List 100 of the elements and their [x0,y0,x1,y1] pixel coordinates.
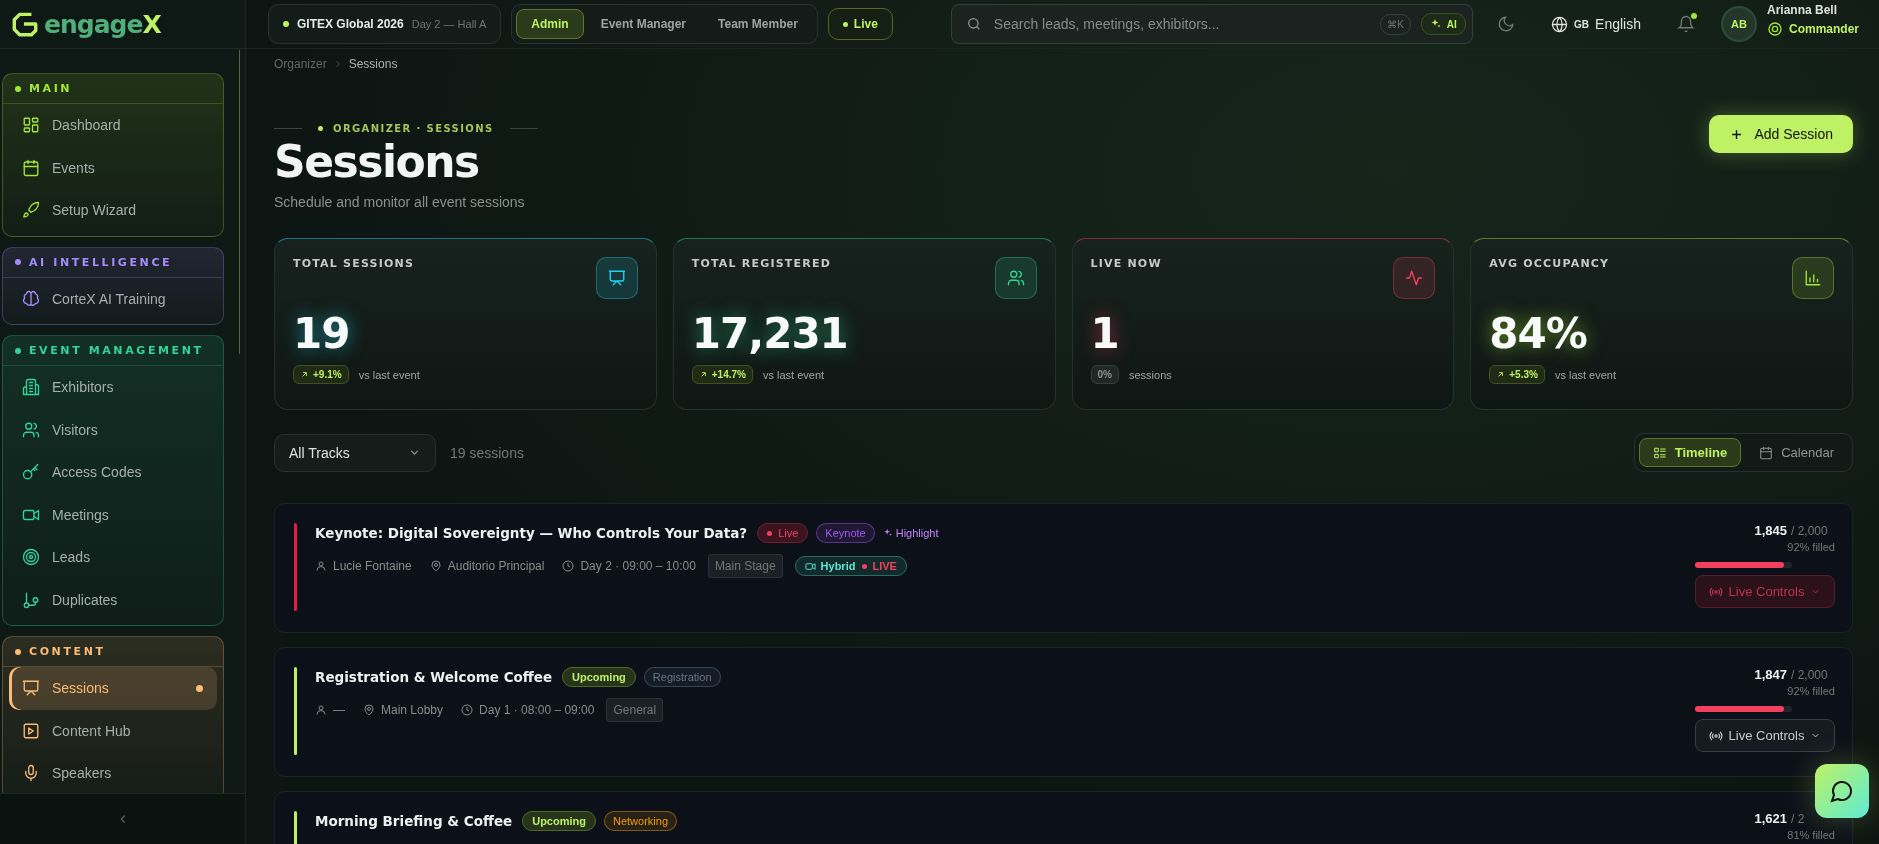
user-avatar[interactable]: AB [1721,6,1757,42]
sparkle-icon [882,528,893,539]
rank-badge-icon [1767,21,1783,37]
person-icon [315,704,327,717]
ai-button[interactable]: AI [1420,13,1466,35]
map-pin-icon [429,560,442,573]
session-time: Day 1 · 08:00 – 09:00 [461,703,595,718]
presentation-icon [22,679,40,698]
calendar-icon [1759,445,1774,460]
bar-chart-icon [1804,269,1822,288]
pulse-icon [1405,269,1424,288]
stat-note: vs last event [762,368,825,381]
section-title: AI INTELLIGENCE [29,255,173,269]
role-tab[interactable]: Event Manager [585,9,701,39]
track-chip: General [606,698,664,723]
nav-item[interactable]: Leads [9,536,217,579]
stat-note: vs last event [1554,368,1617,381]
user-name: Arianna Bell [1767,3,1838,17]
status-badge: Upcoming [562,667,636,688]
moon-icon[interactable] [1497,15,1516,33]
nav-item[interactable]: Events [9,146,217,189]
hybrid-badge: Hybrid LIVE [794,556,907,577]
view-tab[interactable]: Calendar [1745,438,1848,468]
page-eyebrow: ORGANIZER · SESSIONS [333,123,494,134]
building-icon [22,378,40,397]
category-tag: Registration [643,667,721,688]
stat-value: 84% [1489,313,1588,356]
active-dot [196,684,203,692]
speaker-name: Lucie Fontaine [315,559,412,574]
shortcut-hint: ⌘K [1380,13,1411,35]
view-tab[interactable]: Timeline [1638,438,1742,468]
people-icon [22,420,40,439]
microphone-icon [22,764,40,783]
list-icon [1652,445,1667,460]
nav-item[interactable]: Duplicates [9,578,217,621]
stat-value: 19 [293,313,351,356]
session-title: Keynote: Digital Sovereignty — Who Controls Your Data? [315,525,748,542]
nav-item[interactable]: Exhibitors [9,366,217,409]
event-selector[interactable]: GITEX Global 2026 Day 2 — Hall A [268,4,502,44]
highlight-label: Highlight [882,527,939,540]
trend-badge: +9.1% [293,365,349,385]
track-chip: Main Stage [707,554,783,579]
nav-item[interactable]: Access Codes [9,451,217,494]
nav-item[interactable]: Meetings [9,493,217,536]
role-tab[interactable]: Admin [516,9,584,39]
section-title: CONTENT [29,645,106,658]
grid-icon [22,116,40,135]
add-session-button[interactable]: Add Session [1709,115,1853,153]
nav-item[interactable]: Sessions [9,667,217,710]
key-icon [22,463,40,482]
session-title: Morning Briefing & Coffee [315,813,513,830]
target-icon [22,548,40,567]
search-icon [965,16,982,32]
route-icon [22,590,40,609]
speaker-name: — [315,703,345,718]
role-tab[interactable]: Team Member [703,9,813,39]
capacity: / 2,000 [1791,524,1829,539]
broadcast-icon [1708,728,1723,743]
nav-item[interactable]: Content Hub [9,709,217,752]
nav-item[interactable]: Setup Wizard [9,189,217,232]
stat-value: 17,231 [691,313,849,356]
fill-rate: 92% filled [1787,685,1835,698]
fill-rate: 92% filled [1787,541,1835,554]
stat-label: LIVE NOW [1090,257,1162,271]
session-title: Registration & Welcome Coffee [315,669,553,686]
nav-item[interactable]: Speakers [9,752,217,793]
status-badge: Live [757,523,809,544]
rocket-icon [22,201,40,220]
stat-note: sessions [1128,368,1172,381]
breadcrumb-link[interactable]: Sessions [348,57,398,71]
live-badge: Live [827,8,893,40]
notification-bell-icon[interactable] [1677,15,1695,33]
person-icon [315,560,327,573]
map-pin-icon [363,704,375,717]
globe-icon [1551,15,1569,33]
nav-item[interactable]: Visitors [9,408,217,451]
trend-badge: +14.7% [691,365,753,385]
capacity: / 2 [1791,812,1806,827]
video-camera-icon [804,560,816,572]
live-controls-button[interactable]: Live Controls [1695,719,1835,753]
people-icon [1006,269,1025,288]
session-card[interactable]: Keynote: Digital Sovereignty — Who Controls Your Data? Live Keynote Highlight Lucie Fontaine Auditorio Principal Day 2 · 09:00 – 10:00 Main Stage Hybrid LIVE 1,845 / 2,000 92% filled Live Controls [274,503,1853,634]
stat-value: 1 [1090,313,1120,356]
attendee-count: 1,845 [1754,523,1787,539]
page-title: Sessions [274,138,480,187]
logo-wordmark: engageX [44,9,161,39]
session-card[interactable]: Registration & Welcome Coffee Upcoming Registration — Main Lobby Day 1 · 08:00 – 09:00 General 1,847 / 2,000 92% filled Live Controls [274,647,1853,778]
brain-icon [22,289,40,308]
track-dropdown[interactable]: All Tracks [274,433,436,472]
page-subtitle: Schedule and monitor all event sessions [274,194,526,211]
chat-bubble-icon [1830,779,1854,803]
search-field[interactable]: Search leads, meetings, exhibitors... ⌘K AI [950,4,1473,44]
session-card[interactable]: Morning Briefing & Coffee Upcoming Networking 1,621 / 2 81% filled [274,791,1853,844]
stat-label: AVG OCCUPANCY [1489,257,1610,271]
user-role: Commander [1789,22,1859,36]
language-selector[interactable]: GB English [1545,14,1647,34]
chat-button[interactable] [1815,764,1869,818]
nav-item[interactable]: Dashboard [9,104,217,147]
session-count: 19 sessions [450,444,524,461]
nav-item[interactable]: CorteX AI Training [9,277,217,320]
